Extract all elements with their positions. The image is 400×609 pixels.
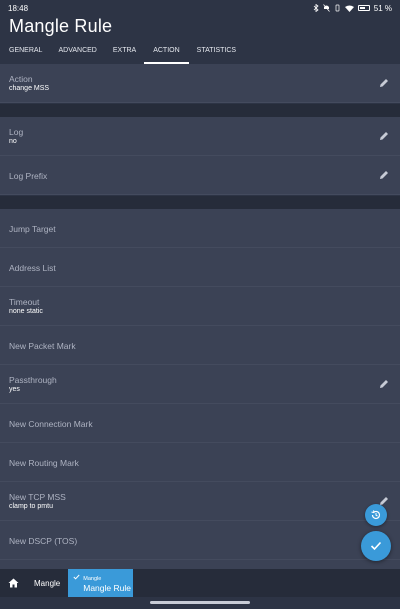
status-bar: 18:48 51 % (0, 0, 400, 16)
field-label: Log (9, 127, 24, 137)
field-label: Timeout (9, 297, 40, 307)
pencil-icon[interactable] (378, 169, 390, 181)
breadcrumb-current-label: Mangle Rule (83, 583, 131, 593)
field-value: no (9, 138, 17, 145)
field-passthrough[interactable]: Passthrough yes (0, 365, 400, 404)
wifi-icon (344, 5, 354, 12)
breadcrumb-current[interactable]: Mangle Mangle Rule (68, 569, 134, 597)
field-timeout[interactable]: Timeout none static (0, 287, 400, 326)
form-content: Action change MSS Log no Log Prefix Jump… (0, 64, 400, 569)
field-value: clamp to pmtu (9, 503, 53, 510)
field-value: yes (9, 386, 20, 393)
field-log[interactable]: Log no (0, 117, 400, 156)
field-new-connection-mark[interactable]: New Connection Mark (0, 404, 400, 443)
field-new-routing-mark[interactable]: New Routing Mark (0, 443, 400, 482)
section-divider (0, 196, 400, 209)
field-label: Jump Target (9, 224, 56, 234)
field-label: Log Prefix (9, 171, 48, 181)
field-label: New Routing Mark (9, 458, 79, 468)
field-new-tcp-mss[interactable]: New TCP MSS clamp to pmtu (0, 482, 400, 521)
field-value: none static (9, 308, 43, 315)
field-label: New Packet Mark (9, 341, 76, 351)
tab-general[interactable]: GENERAL (1, 42, 50, 64)
field-label: Passthrough (9, 375, 57, 385)
breadcrumb-mangle[interactable]: Mangle (26, 569, 68, 597)
pencil-icon[interactable] (378, 378, 390, 390)
status-time: 18:48 (8, 3, 29, 13)
pencil-icon[interactable] (378, 130, 390, 142)
field-new-dscp[interactable]: New DSCP (TOS) (0, 521, 400, 560)
field-new-packet-mark[interactable]: New Packet Mark (0, 326, 400, 365)
mute-icon (322, 4, 330, 12)
field-label: Address List (9, 263, 56, 273)
tab-action[interactable]: ACTION (144, 42, 190, 64)
tab-extra[interactable]: EXTRA (105, 42, 144, 64)
list-end (0, 560, 400, 569)
home-button[interactable] (0, 569, 26, 597)
pencil-icon[interactable] (378, 77, 390, 89)
field-label: Action (9, 74, 33, 84)
field-value: change MSS (9, 85, 50, 92)
field-label: New DSCP (TOS) (9, 536, 78, 546)
tab-advanced[interactable]: ADVANCED (50, 42, 104, 64)
save-button[interactable] (361, 531, 391, 561)
vibrate-icon (335, 4, 340, 12)
gesture-handle[interactable] (150, 601, 250, 604)
history-icon (371, 510, 381, 520)
breadcrumb-current-parent: Mangle (83, 576, 102, 582)
field-label: New Connection Mark (9, 419, 93, 429)
page-title: Mangle Rule (9, 16, 113, 36)
tab-bar: GENERAL ADVANCED EXTRA ACTION STATISTICS (0, 42, 400, 64)
check-icon (73, 574, 80, 580)
field-jump-target[interactable]: Jump Target (0, 209, 400, 248)
home-icon (8, 578, 18, 588)
breadcrumb: Mangle Mangle Mangle Rule (0, 569, 400, 597)
battery-icon (357, 5, 370, 11)
tab-statistics[interactable]: STATISTICS (189, 42, 244, 64)
bluetooth-icon (313, 4, 319, 12)
section-divider (0, 104, 400, 117)
reset-button[interactable] (365, 504, 387, 526)
battery-level: 51 % (373, 3, 392, 13)
status-icons: 51 % (313, 4, 392, 13)
field-action[interactable]: Action change MSS (0, 64, 400, 103)
field-address-list[interactable]: Address List (0, 248, 400, 287)
field-label: New TCP MSS (9, 492, 66, 502)
field-log-prefix[interactable]: Log Prefix (0, 156, 400, 195)
check-icon (370, 541, 382, 551)
